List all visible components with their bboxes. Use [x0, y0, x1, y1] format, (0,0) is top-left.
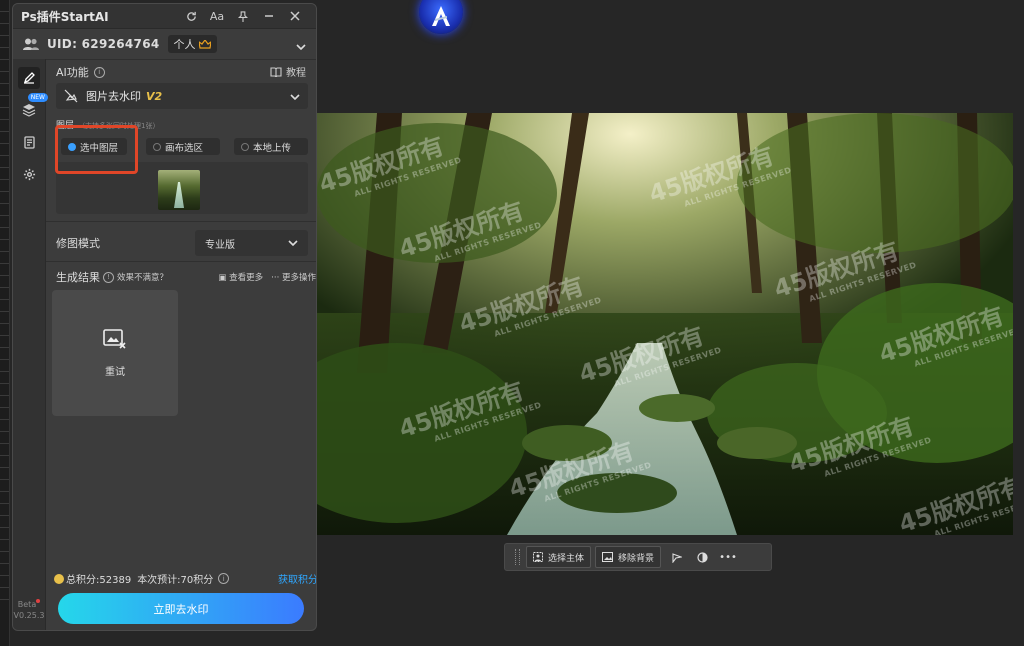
more-actions-link[interactable]: ··· 更多操作 [271, 271, 316, 283]
new-tag: NEW [27, 93, 48, 102]
minimize-icon[interactable] [256, 6, 282, 26]
option-local-upload[interactable]: 本地上传 [234, 138, 308, 155]
user-icon [23, 35, 39, 54]
mode-row: 修图模式 专业版 [56, 229, 308, 257]
document-icon[interactable] [18, 131, 40, 153]
app-logo [419, 0, 463, 34]
person-select-icon [533, 552, 543, 562]
ai-function-select[interactable]: 图片去水印 V2 [56, 83, 308, 109]
view-more-link[interactable]: ▣ 查看更多 [218, 271, 263, 283]
edit-pen-icon[interactable] [18, 67, 40, 89]
mode-label: 修图模式 [56, 237, 100, 250]
beta-label: Beta [17, 600, 37, 609]
a-logo-icon [432, 6, 450, 26]
user-bar[interactable]: UID: 629264764 个人 [13, 29, 316, 60]
image-icon [602, 552, 614, 562]
pin-icon[interactable] [230, 6, 256, 26]
divider [46, 261, 316, 262]
coin-icon [54, 573, 64, 584]
result-header: 生成结果 ! 效果不满意？ ▣ 查看更多 ··· 更多操作 [56, 269, 316, 285]
plan-badge: 个人 [167, 35, 217, 53]
startai-panel: Ps插件StartAI Aa UID: 629264764 个人 NEW Bet… [12, 3, 317, 631]
contrast-icon[interactable] [691, 547, 713, 567]
mode-select[interactable]: 专业版 [195, 230, 308, 256]
retry-label: 重试 [105, 366, 125, 378]
panel-sidebar: NEW Beta V0.25.3 [13, 59, 48, 630]
info-icon[interactable]: i [218, 573, 230, 584]
layer-thumbnail[interactable] [158, 170, 200, 210]
result-actions: ▣ 查看更多 ··· 更多操作 [218, 271, 316, 283]
ai-function-label: AI功能 [56, 66, 89, 79]
refresh-icon[interactable] [178, 6, 204, 26]
unsatisfied-link[interactable]: ! 效果不满意？ [103, 271, 168, 283]
remove-watermark-button[interactable]: 立即去水印 [58, 593, 304, 624]
panel-titlebar: Ps插件StartAI Aa [13, 4, 316, 29]
remove-background-label: 移除背景 [618, 553, 655, 564]
font-size-icon[interactable]: Aa [204, 6, 230, 26]
ai-function-heading: AI功能 i [56, 64, 105, 80]
unsatisfied-label: 效果不满意？ [117, 273, 169, 283]
view-more-label: 查看更多 [229, 273, 264, 283]
plan-badge-label: 个人 [173, 38, 196, 51]
host-ruler [0, 0, 10, 646]
radio-dot [153, 142, 161, 151]
user-uid: UID: 629264764 [47, 37, 160, 51]
version-label: V0.25.3 [13, 611, 45, 620]
close-icon[interactable] [282, 6, 308, 26]
layers-icon[interactable]: NEW [18, 93, 48, 121]
chevron-down-icon [288, 238, 298, 249]
book-icon [270, 66, 282, 77]
version-tag: V2 [146, 89, 163, 103]
highlight-box [55, 125, 138, 174]
panel-title: Ps插件StartAI [21, 9, 109, 24]
radio-dot [241, 142, 249, 151]
total-points: 总积分:52389 [66, 575, 132, 586]
crown-icon [198, 39, 211, 49]
remove-background-button[interactable]: 移除背景 [595, 546, 662, 568]
contextual-task-bar: 选择主体 移除背景 ••• [504, 543, 772, 571]
image-icon: ▣ [218, 273, 227, 283]
chevron-down-icon[interactable] [296, 35, 306, 54]
broken-image-icon [103, 328, 126, 349]
estimate-points: 本次预计:70积分 [137, 575, 214, 586]
result-heading: 生成结果 [56, 271, 100, 284]
settings-gear-icon[interactable] [18, 163, 40, 185]
info-icon[interactable]: i [93, 66, 105, 78]
more-dots-icon[interactable]: ••• [717, 547, 739, 567]
option-canvas-selection[interactable]: 画布选区 [146, 138, 220, 155]
no-watermark-icon [64, 89, 78, 103]
option-label: 画布选区 [165, 142, 204, 154]
lasso-icon[interactable] [665, 547, 687, 567]
version-info: Beta V0.25.3 [13, 599, 45, 621]
tutorial-link[interactable]: 教程 [270, 64, 306, 79]
beta-dot [36, 599, 41, 603]
result-retry-card[interactable]: 重试 [52, 290, 178, 416]
points-line: 总积分:52389 本次预计:70积分 i 获取积分 [54, 571, 316, 586]
chevron-down-icon [290, 90, 300, 103]
select-subject-button[interactable]: 选择主体 [526, 546, 592, 568]
divider [46, 221, 316, 222]
get-points-link[interactable]: 获取积分 [278, 571, 316, 586]
option-label: 本地上传 [253, 142, 292, 154]
more-dots-icon: ··· [271, 273, 280, 283]
mode-value: 专业版 [205, 239, 235, 251]
select-subject-label: 选择主体 [548, 553, 585, 564]
canvas-image[interactable]: 45版权所有 ALL RIGHTS RESERVED 45版权所有 ALL RIGH… [317, 113, 1013, 535]
drag-handle[interactable] [515, 549, 520, 565]
selected-function-label: 图片去水印 [86, 90, 141, 103]
tutorial-label: 教程 [286, 68, 306, 79]
more-actions-label: 更多操作 [281, 273, 316, 283]
info-icon: ! [103, 271, 114, 283]
